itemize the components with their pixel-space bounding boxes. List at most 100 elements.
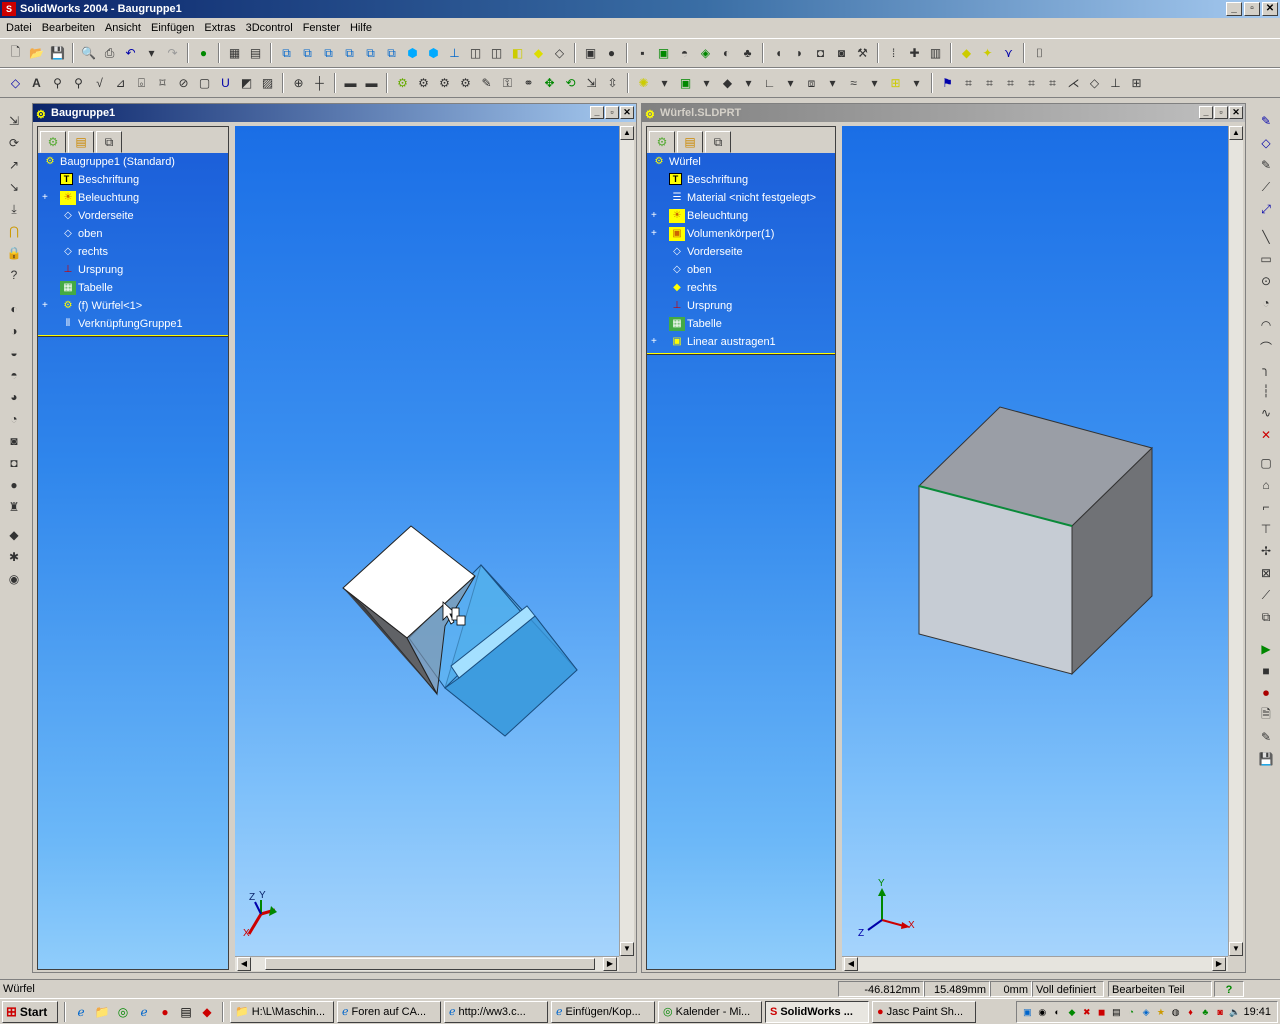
new-file-icon[interactable]: 🗋 <box>6 44 25 63</box>
assembly-window-titlebar[interactable]: ⚙ Baugruppe1 _ ▫ ✕ <box>33 104 636 122</box>
feature-h-icon[interactable]: ◘ <box>5 454 23 472</box>
geometric-tolerance-icon[interactable]: ⌻ <box>132 74 151 93</box>
sketch-pencil-icon[interactable]: ✎ <box>1257 112 1275 130</box>
tree-node[interactable]: + ☀ Beleuchtung <box>38 189 228 207</box>
play-icon[interactable]: ▶ <box>1257 640 1275 658</box>
dropdown-b-icon[interactable]: ▾ <box>697 74 716 93</box>
vertical-scrollbar[interactable]: ▲ ▼ <box>1228 126 1243 956</box>
tree-node[interactable]: ▦ Tabelle <box>647 315 835 333</box>
tool-y-icon[interactable]: ◇ <box>1085 74 1104 93</box>
taskbar-button[interactable]: ● Jasc Paint Sh... <box>872 1000 976 1023</box>
dropdown-c-icon[interactable]: ▾ <box>739 74 758 93</box>
stop-icon[interactable]: ■ <box>1257 662 1275 680</box>
minimize-button[interactable]: _ <box>1199 106 1213 119</box>
measure-icon[interactable]: ⚑ <box>938 74 957 93</box>
insert-component-icon[interactable]: ⚙ <box>393 74 412 93</box>
feature-d-icon[interactable]: ◓ <box>5 366 23 384</box>
pan-icon[interactable]: ↗ <box>5 156 23 174</box>
tray-m-icon[interactable]: ◙ <box>1214 1005 1227 1019</box>
tree-node[interactable]: + ⚙ (f) Würfel<1> <box>38 297 228 315</box>
close-button[interactable]: ✕ <box>1229 106 1243 119</box>
tree-node[interactable]: + ▣ Linear austragen1 <box>647 333 835 351</box>
shadows-icon[interactable]: ● <box>602 44 621 63</box>
tree-node[interactable]: T Beschriftung <box>647 171 835 189</box>
internet-explorer-icon[interactable]: ℯ <box>72 1003 90 1021</box>
tool-d-icon[interactable]: ◈ <box>696 44 715 63</box>
tray-h-icon[interactable]: ◈ <box>1140 1005 1153 1019</box>
tray-l-icon[interactable]: ♣ <box>1199 1005 1212 1019</box>
feature-tree-tab[interactable]: ⚙ <box>649 131 675 153</box>
expand-plus-icon[interactable]: + <box>651 333 657 351</box>
feature-k-icon[interactable]: ◆ <box>5 526 23 544</box>
tree-node[interactable]: ◇ rechts <box>38 243 228 261</box>
tool-h-icon[interactable]: ◗ <box>790 44 809 63</box>
tool-i-icon[interactable]: ◘ <box>811 44 830 63</box>
feature-f-icon[interactable]: ◔ <box>5 410 23 428</box>
tool-u-icon[interactable]: ⌗ <box>1001 74 1020 93</box>
line-icon[interactable]: ╲ <box>1257 228 1275 246</box>
centerline-icon[interactable]: ┼ <box>310 74 329 93</box>
feature-i-icon[interactable]: ● <box>5 476 23 494</box>
tree-node[interactable]: ⫴ VerknüpfungGruppe1 <box>38 315 228 333</box>
tree-node[interactable]: + ☀ Beleuchtung <box>647 207 835 225</box>
tree-node[interactable]: ⊥ Ursprung <box>38 261 228 279</box>
tray-j-icon[interactable]: ◍ <box>1169 1005 1182 1019</box>
no-external-refs-icon[interactable]: ✎ <box>477 74 496 93</box>
tool-c-icon[interactable]: ◓ <box>675 44 694 63</box>
tool-e-icon[interactable]: ◐ <box>717 44 736 63</box>
mate-icon[interactable]: ⚭ <box>519 74 538 93</box>
assembly-feature-icon[interactable]: ▣ <box>676 74 695 93</box>
tool-m-icon[interactable]: ✚ <box>905 44 924 63</box>
weld-symbol-icon[interactable]: ⊿ <box>111 74 130 93</box>
tool-s-icon[interactable]: ⌗ <box>959 74 978 93</box>
tree-node[interactable]: ⚙ Würfel <box>647 153 835 171</box>
macro-new-icon[interactable]: 🗎 <box>1257 706 1275 724</box>
tree-node[interactable]: ◆ rechts <box>647 279 835 297</box>
tool-k-icon[interactable]: ⚒ <box>853 44 872 63</box>
note-icon[interactable]: A <box>27 74 46 93</box>
tree-node[interactable]: ◇ Vorderseite <box>647 243 835 261</box>
perspective-icon[interactable]: ◇ <box>550 44 569 63</box>
menu-item-1[interactable]: Bearbeiten <box>38 18 101 38</box>
tool-l-icon[interactable]: ⁞ <box>884 44 903 63</box>
feature-g-icon[interactable]: ◙ <box>5 432 23 450</box>
color-palette-icon[interactable]: ▦ <box>225 44 244 63</box>
close-button[interactable]: ✕ <box>1262 2 1278 16</box>
taskbar-button[interactable]: 📁 H:\L\Maschin... <box>230 1000 334 1023</box>
restore-button[interactable]: ▫ <box>1244 2 1260 16</box>
tree-node[interactable]: + ▣ Volumenkörper(1) <box>647 225 835 243</box>
normal-to-icon[interactable]: ⤓ <box>5 200 23 218</box>
macro-edit-icon[interactable]: ✎ <box>1257 728 1275 746</box>
interference-icon[interactable]: ✺ <box>634 74 653 93</box>
tool-b-icon[interactable]: ▣ <box>654 44 673 63</box>
quicklaunch-c-icon[interactable]: ● <box>156 1003 174 1021</box>
expand-plus-icon[interactable]: + <box>42 297 48 315</box>
taskbar-button[interactable]: ℯ Foren auf CA... <box>337 1000 441 1023</box>
rectangle-icon[interactable]: ▭ <box>1257 250 1275 268</box>
explorer-folder-icon[interactable]: 📁 <box>93 1003 111 1021</box>
swift-icon[interactable]: ⧈ <box>802 74 821 93</box>
minimize-button[interactable]: _ <box>1226 2 1242 16</box>
hatch-icon[interactable]: ▨ <box>258 74 277 93</box>
dropdown-a-icon[interactable]: ▾ <box>655 74 674 93</box>
property-manager-tab[interactable]: ▤ <box>677 131 703 153</box>
change-suppression-icon[interactable]: ⚙ <box>435 74 454 93</box>
quicklaunch-a-icon[interactable]: ◎ <box>114 1003 132 1021</box>
taskbar-button[interactable]: ℯ http://ww3.c... <box>444 1000 548 1023</box>
redo-icon[interactable]: ↷ <box>163 44 182 63</box>
tray-i-icon[interactable]: ★ <box>1154 1005 1167 1019</box>
tray-network-icon[interactable]: ▣ <box>1021 1005 1034 1019</box>
sketch-h-icon[interactable]: ✢ <box>1257 542 1275 560</box>
tree-node[interactable]: ◇ oben <box>647 261 835 279</box>
sketch-j-icon[interactable]: ⟋ <box>1257 586 1275 604</box>
annotation-hide-icon[interactable]: ▬ <box>362 74 381 93</box>
tray-a-icon[interactable]: ◉ <box>1036 1005 1049 1019</box>
tray-e-icon[interactable]: ◼ <box>1095 1005 1108 1019</box>
hide-component-icon[interactable]: ⚙ <box>414 74 433 93</box>
feature-a-icon[interactable]: ◐ <box>5 300 23 318</box>
tool-t-icon[interactable]: ⌗ <box>980 74 999 93</box>
view-iso-icon[interactable]: ⬢ <box>403 44 422 63</box>
scroll-down-icon[interactable]: ▼ <box>620 942 634 956</box>
scroll-up-icon[interactable]: ▲ <box>1229 126 1243 140</box>
dropdown-f-icon[interactable]: ▾ <box>865 74 884 93</box>
